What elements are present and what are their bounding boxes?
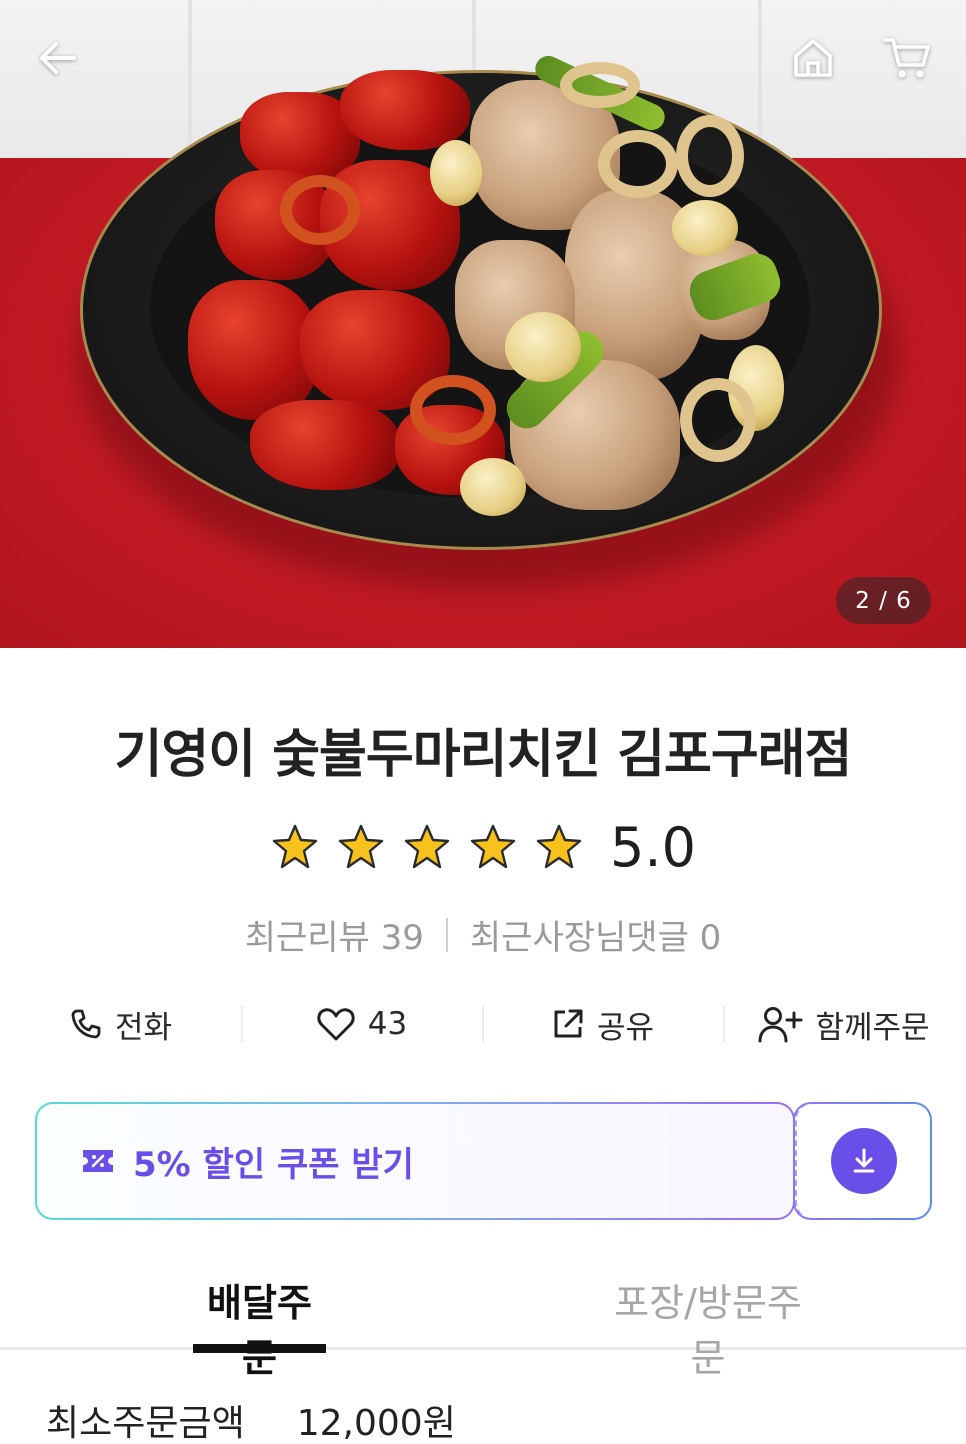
image-counter: 2 / 6 xyxy=(836,577,931,624)
min-order-value: 12,000원 xyxy=(296,1403,456,1444)
recent-owner-replies-link[interactable]: 최근사장님댓글 0 xyxy=(470,910,721,959)
rice-cake-ring xyxy=(676,115,744,197)
garlic-clove xyxy=(505,312,581,382)
star-icon xyxy=(402,823,452,871)
rice-cake-ring xyxy=(598,130,678,198)
group-order-label: 함께주문 xyxy=(815,1009,930,1046)
download-circle xyxy=(830,1128,897,1194)
garlic-clove xyxy=(672,200,738,256)
favorite-count: 43 xyxy=(367,1006,408,1042)
share-button[interactable]: 공유 xyxy=(482,996,723,1052)
call-button[interactable]: 전화 xyxy=(0,996,241,1052)
coupon-banner: 5% 할인 쿠폰 받기 xyxy=(35,1102,932,1220)
star-icon xyxy=(534,823,584,871)
store-actions: 전화 43 공유 함께주문 xyxy=(0,996,966,1052)
coupon-label: 5% 할인 쿠폰 받기 xyxy=(133,1144,414,1185)
group-order-button[interactable]: 함께주문 xyxy=(723,996,964,1052)
back-button[interactable] xyxy=(28,28,88,88)
favorite-button[interactable]: 43 xyxy=(241,996,482,1052)
sauced-chicken-piece xyxy=(340,70,470,150)
star-icon xyxy=(336,823,386,871)
rating-row: 5.0 xyxy=(0,812,966,882)
coupon-icon xyxy=(83,1150,113,1172)
star-icon xyxy=(468,823,518,871)
review-divider xyxy=(445,917,448,952)
rice-cake-ring xyxy=(280,175,360,245)
home-button[interactable] xyxy=(783,28,843,88)
call-label: 전화 xyxy=(114,1009,173,1046)
order-type-tabs: 배달주문 포장/방문주문 xyxy=(0,1272,966,1380)
tab-delivery-order[interactable]: 배달주문 xyxy=(193,1272,326,1380)
rice-cake-ring xyxy=(560,62,640,108)
min-order-label: 최소주문금액 xyxy=(46,1403,245,1444)
coupon-download-body xyxy=(795,1104,930,1218)
min-order-row: 최소주문금액 12,000원 xyxy=(46,1394,456,1444)
sauced-chicken-piece xyxy=(250,400,400,490)
garlic-clove xyxy=(430,140,482,206)
store-name: 기영이 숯불두마리치킨 김포구래점 xyxy=(114,725,853,785)
cart-button[interactable] xyxy=(877,28,937,88)
add-user-icon xyxy=(758,1007,803,1043)
rice-cake-ring xyxy=(680,378,756,462)
review-summary: 최근리뷰 39 최근사장님댓글 0 xyxy=(0,910,966,959)
coupon-main-body: 5% 할인 쿠폰 받기 xyxy=(37,1104,793,1218)
rice-cake-ring xyxy=(410,375,496,445)
sauced-chicken-piece xyxy=(188,280,318,420)
tab-pickup-order[interactable]: 포장/방문주문 xyxy=(598,1272,818,1380)
home-icon xyxy=(794,39,832,77)
rating-stars xyxy=(270,823,584,871)
arrow-left-icon xyxy=(40,42,76,74)
heart-icon xyxy=(317,1008,355,1041)
phone-icon xyxy=(71,1009,101,1039)
coupon-get-button[interactable]: 5% 할인 쿠폰 받기 xyxy=(35,1102,795,1220)
share-icon xyxy=(554,1009,583,1038)
star-icon xyxy=(270,823,320,871)
garlic-clove xyxy=(460,458,526,516)
cart-icon xyxy=(883,38,930,78)
rating-value: 5.0 xyxy=(610,815,696,879)
coupon-download-button[interactable] xyxy=(793,1102,932,1220)
store-photo-carousel[interactable]: 2 / 6 xyxy=(0,0,966,648)
share-label: 공유 xyxy=(596,1009,655,1046)
download-icon xyxy=(853,1148,874,1173)
recent-reviews-link[interactable]: 최근리뷰 39 xyxy=(245,910,424,959)
